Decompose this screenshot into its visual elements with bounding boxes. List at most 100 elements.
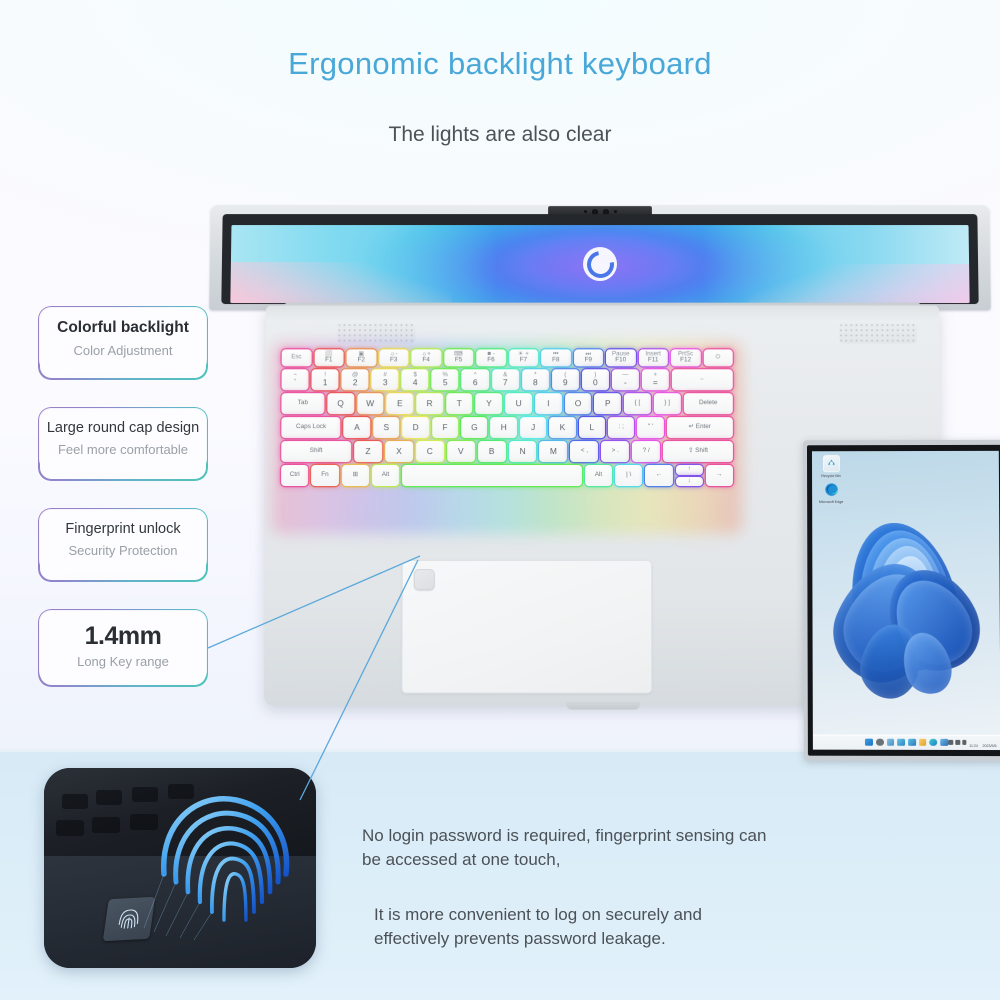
key-0[interactable]: ) 0 xyxy=(581,369,609,391)
key-f5[interactable]: ⌨ F5 xyxy=(443,349,474,367)
task-view-icon[interactable] xyxy=(886,738,895,747)
key-q[interactable]: Q xyxy=(327,393,354,415)
key--[interactable]: " ' xyxy=(637,417,664,439)
key-a[interactable]: A xyxy=(343,417,371,439)
key--[interactable]: ⏻ xyxy=(703,349,733,367)
key-t[interactable]: T xyxy=(445,393,473,415)
key-1[interactable]: ! 1 xyxy=(311,369,339,391)
key-esc[interactable]: Esc xyxy=(281,349,312,367)
key-v[interactable]: V xyxy=(446,441,475,463)
key-p[interactable]: P xyxy=(594,393,622,415)
key-f10[interactable]: Pause F10 xyxy=(605,349,636,367)
key--[interactable]: > . xyxy=(601,441,630,463)
key-arrow-updown-stack[interactable]: ↑ ↓ xyxy=(675,465,703,487)
keyboard-space-row[interactable]: Ctrl Fn ⊞ Alt Alt | \ ← ↑ ↓ → xyxy=(281,465,734,487)
key-i[interactable]: I xyxy=(534,393,562,415)
key-f1[interactable]: ⬜ F1 xyxy=(314,349,344,367)
keyboard-bottom-letter-row[interactable]: Shift Z X C V B N M < , > .? / ⇧ Shift xyxy=(281,441,733,463)
key--[interactable]: ? / xyxy=(632,441,661,463)
key--[interactable]: ← xyxy=(645,465,673,487)
key-r[interactable]: R xyxy=(416,393,443,415)
windows-desktop[interactable]: Recycle Bin Microsoft Edge 11:24 2023/5/… xyxy=(811,450,1000,751)
key-f[interactable]: F xyxy=(431,417,459,439)
key--enter[interactable]: ↵ Enter xyxy=(666,417,733,439)
key--[interactable]: } ] xyxy=(653,393,681,415)
key--[interactable]: < , xyxy=(570,441,599,463)
key-2[interactable]: @2 xyxy=(341,369,369,391)
desktop-icon-recycle-bin[interactable]: Recycle Bin xyxy=(814,455,848,478)
key-alt[interactable]: Alt xyxy=(371,465,400,487)
key-arrow-up[interactable]: ↑ xyxy=(675,465,703,475)
key--[interactable]: { [ xyxy=(624,393,651,415)
keyboard-number-row[interactable]: ~ `! 1 @2 #3 $4% 5 ^ 6 & 7 * 8(9) 0— - + = ← xyxy=(281,369,733,391)
key-f7[interactable]: ☀ + F7 xyxy=(508,349,539,367)
key-f11[interactable]: Insert F11 xyxy=(638,349,668,367)
key-7[interactable]: & 7 xyxy=(491,369,519,391)
widgets-icon[interactable] xyxy=(897,738,905,747)
key-f9[interactable]: ⏭ F9 xyxy=(573,349,603,367)
key-space[interactable] xyxy=(402,465,582,487)
key-d[interactable]: D xyxy=(402,417,429,439)
keyboard-function-row[interactable]: Esc ⬜ F1 ▣ F2 ☼- F3 ☼+ F4 ⌨ F5 ■ - F6 ☀ + F7 ⏮ F8 ⏭ F9 Paus… xyxy=(281,349,733,367)
key-5[interactable]: % 5 xyxy=(431,369,459,391)
battery-icon[interactable] xyxy=(962,740,967,745)
key-f2[interactable]: ▣ F2 xyxy=(346,349,377,367)
key-h[interactable]: H xyxy=(490,417,517,439)
key-y[interactable]: Y xyxy=(475,393,503,415)
search-icon[interactable] xyxy=(876,738,884,747)
key-w[interactable]: W xyxy=(356,393,384,415)
key-shift[interactable]: Shift xyxy=(281,441,352,463)
key-3[interactable]: #3 xyxy=(371,369,399,391)
key--[interactable]: ⊞ xyxy=(341,465,369,487)
edge-icon[interactable] xyxy=(929,738,938,747)
windows-taskbar[interactable]: 11:24 2023/5/6 xyxy=(812,734,1000,751)
key--[interactable]: ~ ` xyxy=(281,369,309,391)
key--[interactable]: → xyxy=(705,465,734,487)
key-ctrl[interactable]: Ctrl xyxy=(281,465,309,487)
key-4[interactable]: $4 xyxy=(401,369,429,391)
key-8[interactable]: * 8 xyxy=(521,369,549,391)
key-l[interactable]: L xyxy=(578,417,606,439)
volume-icon[interactable] xyxy=(955,740,960,745)
key-f6[interactable]: ■ - F6 xyxy=(476,349,506,367)
key-tab[interactable]: Tab xyxy=(281,393,325,415)
store-icon[interactable] xyxy=(940,738,948,747)
key-m[interactable]: M xyxy=(539,441,568,463)
key-arrow-down[interactable]: ↓ xyxy=(675,476,703,487)
key-u[interactable]: U xyxy=(505,393,533,415)
key-k[interactable]: K xyxy=(549,417,576,439)
touchpad[interactable] xyxy=(401,560,653,694)
keyboard-home-row[interactable]: Caps Lock A S D F G H J K L: ; " ' ↵ Enter xyxy=(281,417,733,439)
key-x[interactable]: X xyxy=(384,441,413,463)
key-backspace[interactable]: ← xyxy=(671,369,733,391)
key--[interactable]: | \ xyxy=(615,465,643,487)
key--[interactable]: + = xyxy=(641,369,669,391)
network-icon[interactable] xyxy=(948,740,954,745)
key-f4[interactable]: ☼+ F4 xyxy=(411,349,441,367)
key--shift[interactable]: ⇧ Shift xyxy=(663,441,733,463)
key-c[interactable]: C xyxy=(415,441,444,463)
desktop-icon-edge[interactable]: Microsoft Edge xyxy=(814,481,848,504)
fingerprint-sensor[interactable] xyxy=(413,569,435,591)
key-j[interactable]: J xyxy=(519,417,547,439)
key-f12[interactable]: PrtSc F12 xyxy=(670,349,701,367)
keyboard-qwerty-row[interactable]: Tab Q W E R T Y U I O P{ [} ] Delete xyxy=(281,393,733,415)
key-o[interactable]: O xyxy=(564,393,592,415)
key-6[interactable]: ^ 6 xyxy=(461,369,489,391)
key-f3[interactable]: ☼- F3 xyxy=(378,349,409,367)
explorer-icon[interactable] xyxy=(918,738,927,747)
key-alt[interactable]: Alt xyxy=(584,465,613,487)
key-n[interactable]: N xyxy=(508,441,537,463)
key-s[interactable]: S xyxy=(373,417,400,439)
chat-icon[interactable] xyxy=(908,738,916,747)
backlit-keyboard[interactable]: Esc ⬜ F1 ▣ F2 ☼- F3 ☼+ F4 ⌨ F5 ■ - F6 ☀ + F7 ⏮ F8 ⏭ F9 Paus… xyxy=(271,342,743,535)
key--[interactable]: — - xyxy=(611,369,639,391)
key--[interactable]: : ; xyxy=(608,417,635,439)
key-f8[interactable]: ⏮ F8 xyxy=(541,349,571,367)
key-caps-lock[interactable]: Caps Lock xyxy=(281,417,341,439)
key-e[interactable]: E xyxy=(386,393,414,415)
key-delete[interactable]: Delete xyxy=(683,393,733,415)
start-icon[interactable] xyxy=(865,738,873,746)
key-z[interactable]: Z xyxy=(353,441,382,463)
key-9[interactable]: (9 xyxy=(551,369,579,391)
